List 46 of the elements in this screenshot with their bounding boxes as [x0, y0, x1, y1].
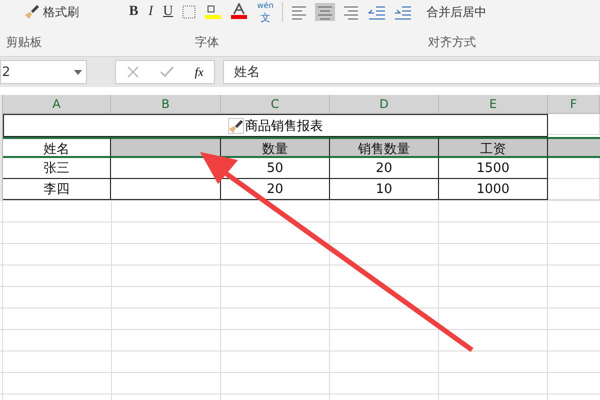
- empty-cell: [548, 158, 600, 179]
- align-center-icon[interactable]: [314, 3, 335, 21]
- format-painter-button[interactable]: 格式刷: [22, 2, 81, 22]
- check-icon[interactable]: [160, 66, 174, 78]
- table-cell: 20: [221, 179, 330, 200]
- merge-center-button[interactable]: 合并后居中: [424, 2, 489, 22]
- fill-color-icon: [203, 3, 224, 21]
- column-header[interactable]: B: [111, 95, 221, 114]
- column-header[interactable]: D: [330, 95, 439, 114]
- row-header[interactable]: [0, 158, 3, 179]
- table-cell: 李四: [3, 179, 111, 200]
- italic-button[interactable]: I: [146, 2, 156, 22]
- title-text: 商品销售报表: [245, 118, 323, 134]
- group-label: 对齐方式: [428, 34, 476, 51]
- row-header[interactable]: [0, 114, 3, 137]
- column-header[interactable]: E: [439, 95, 548, 114]
- table-cell: 20: [330, 158, 439, 179]
- paintbrush-icon: [24, 4, 40, 20]
- empty-cell: [548, 114, 600, 135]
- formula-input[interactable]: 姓名: [223, 60, 600, 84]
- name-box[interactable]: 2: [0, 60, 87, 84]
- table-cell: 10: [330, 179, 439, 200]
- table-cell: 工资: [439, 137, 548, 158]
- bold-button[interactable]: B: [127, 2, 140, 22]
- row-header[interactable]: [0, 179, 3, 200]
- column-header[interactable]: C: [221, 95, 330, 114]
- underline-button[interactable]: U: [161, 2, 176, 22]
- dropdown-caret-icon[interactable]: [74, 70, 82, 74]
- cancel-icon[interactable]: [126, 66, 139, 78]
- group-label: 字体: [195, 34, 219, 51]
- table-cell: 1000: [439, 179, 548, 200]
- table-cell: 1500: [439, 158, 548, 179]
- table-cell: 销售数量: [330, 137, 439, 158]
- table-cell: 姓名: [3, 137, 111, 158]
- column-header[interactable]: A: [3, 95, 111, 114]
- row-header[interactable]: [0, 137, 3, 158]
- table-cell: 数量: [221, 137, 330, 158]
- borders-icon: [181, 4, 198, 20]
- font-color-icon: [229, 3, 250, 21]
- phonetic-button[interactable]: wén 文: [255, 1, 276, 23]
- table-cell: 张三: [3, 158, 111, 179]
- group-label: 剪贴板: [6, 34, 42, 51]
- paintbrush-icon: [228, 118, 244, 134]
- empty-cell: [548, 179, 600, 200]
- column-header[interactable]: F: [548, 95, 600, 114]
- insert-function-button[interactable]: fx: [194, 64, 204, 80]
